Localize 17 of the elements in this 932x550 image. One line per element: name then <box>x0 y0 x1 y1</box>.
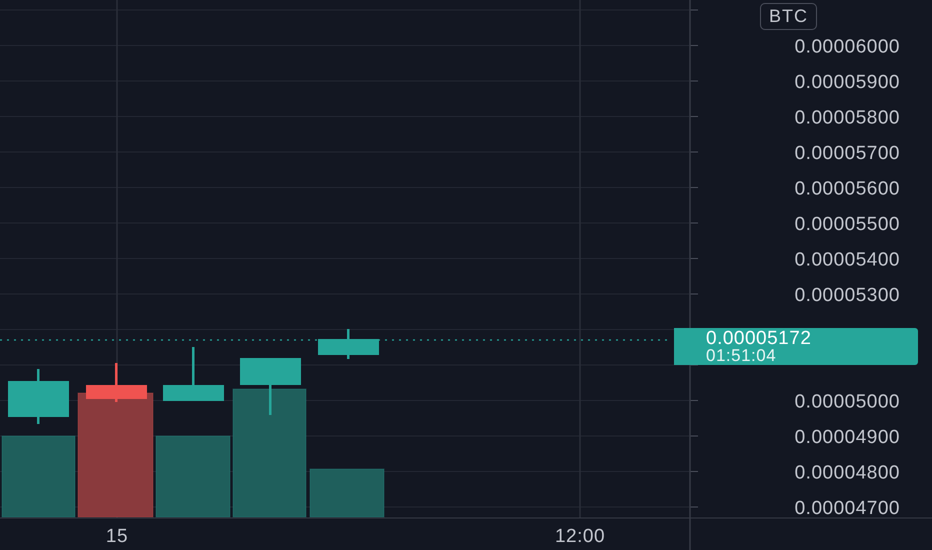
time-label: 12:00 <box>554 526 606 547</box>
price-label: 0.00005400 <box>794 250 900 270</box>
price-label: 0.00005800 <box>794 108 900 128</box>
time-label: 15 <box>106 526 128 547</box>
price-label: 0.00005900 <box>794 72 900 93</box>
candle-countdown: 01:51:04 <box>706 347 778 364</box>
price-label: 0.00004900 <box>794 427 900 448</box>
price-label: 0.00004800 <box>794 462 900 484</box>
price-label: 0.00006000 <box>794 36 900 58</box>
price-label: 0.00005500 <box>794 214 900 235</box>
price-label: 0.00005000 <box>794 392 900 412</box>
price-label: 0.00005300 <box>794 285 900 306</box>
price-label: 0.00004700 <box>794 498 900 519</box>
price-label: 0.00005600 <box>794 178 900 200</box>
current-price: 0.00005172 <box>706 330 812 347</box>
price-label: 0.00005700 <box>794 143 900 164</box>
currency-badge[interactable]: BTC <box>760 3 817 30</box>
